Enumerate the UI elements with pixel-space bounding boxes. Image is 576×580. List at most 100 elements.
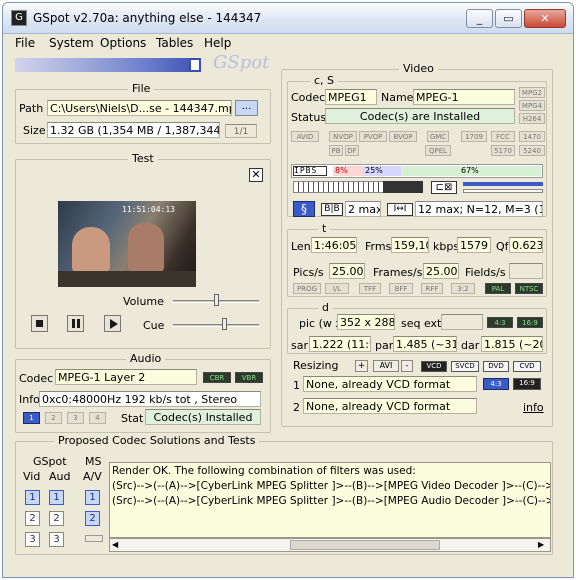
- resize-avi-button[interactable]: AVI: [373, 360, 399, 372]
- gop-settings-icon[interactable]: §: [293, 201, 315, 217]
- scroll-right-icon[interactable]: ▶: [538, 540, 548, 550]
- path-field[interactable]: C:\Users\Niels\D...se - 144347.mpg: [47, 100, 232, 116]
- aud-solution-2[interactable]: 2: [49, 511, 64, 526]
- play-icon: [110, 319, 118, 329]
- par-label: par: [375, 339, 394, 352]
- play-button[interactable]: [104, 315, 121, 332]
- video-status-field: Codec(s) are Installed: [325, 108, 515, 124]
- cue-thumb[interactable]: [222, 318, 227, 330]
- cbr-indicator: CBR: [203, 372, 231, 383]
- aspect-4-3-indicator: 4:3: [487, 317, 513, 328]
- audio-stream-1[interactable]: 1: [23, 412, 40, 424]
- stop-button[interactable]: [31, 315, 48, 332]
- resize-vcd-button[interactable]: VCD: [421, 361, 447, 372]
- qpel-tag: QPEL: [425, 145, 451, 156]
- par-field: 1.485 (~31:: [393, 336, 457, 352]
- filter-log[interactable]: Render OK. The following combination of …: [109, 462, 551, 538]
- codec-subgroup-title: c, S: [310, 74, 339, 87]
- tff-tag: TFF: [359, 283, 381, 294]
- video-codec-field: MPEG1: [325, 89, 377, 105]
- vid-solution-1[interactable]: 1: [25, 490, 40, 505]
- resize-row2-number: 2: [293, 401, 300, 414]
- sar-label: sar: [291, 339, 308, 352]
- ms-test-1[interactable]: 1: [85, 490, 100, 505]
- video-codec-label: Codec: [291, 91, 326, 104]
- logo-gradient-bar: [15, 58, 201, 72]
- volume-thumb[interactable]: [214, 294, 219, 306]
- ratio-4-3-button[interactable]: 4:3: [483, 378, 509, 390]
- sar-field: 1.222 (11:9): [309, 336, 371, 352]
- pulldown-tag: 3:2: [451, 283, 475, 294]
- log-horizontal-scrollbar[interactable]: ◀ ▶: [109, 538, 551, 552]
- close-icon[interactable]: ✕: [524, 9, 566, 28]
- seqext-label: seq ext: [401, 317, 442, 330]
- menu-help[interactable]: Help: [204, 36, 231, 50]
- video-name-label: Name: [381, 91, 414, 104]
- pb-tag: PB: [329, 145, 343, 156]
- audio-codec-field: MPEG-1 Layer 2: [55, 369, 197, 385]
- fcc-tag: FCC: [491, 131, 515, 142]
- resize-plus-button[interactable]: +: [355, 360, 368, 372]
- frames-label: Frames/s: [373, 266, 423, 279]
- cue-slider[interactable]: [173, 324, 259, 327]
- frms-label: Frms: [365, 240, 392, 253]
- resize-svcd-button[interactable]: SVCD: [451, 361, 479, 372]
- df-tag: DF: [345, 145, 359, 156]
- audio-stream-2[interactable]: 2: [45, 412, 62, 424]
- preview-face-right: [128, 223, 164, 273]
- p-frame-percent: 25%: [363, 166, 401, 176]
- i-frame-percent: 8%: [333, 166, 363, 176]
- menu-tables[interactable]: Tables: [156, 36, 193, 50]
- title-bar[interactable]: G GSpot v2.70a: anything else - 144347 _…: [3, 3, 573, 34]
- aud-solution-1[interactable]: 1: [49, 490, 64, 505]
- bff-tag: BFF: [389, 283, 413, 294]
- gop-arrow-icon: ⊏⊠: [431, 181, 457, 194]
- frms-field: 159,100: [391, 237, 429, 253]
- pause-button[interactable]: [67, 315, 84, 332]
- log-line: (Src)-->(--(A)-->[CyberLink MPEG Splitte…: [112, 480, 550, 492]
- vid-solution-2[interactable]: 2: [25, 511, 40, 526]
- mpg4-tag: MPG4: [519, 100, 545, 111]
- close-preview-icon[interactable]: ✕: [249, 168, 263, 182]
- browse-button[interactable]: ...: [235, 100, 258, 116]
- frame-type-s: S: [311, 166, 318, 175]
- menu-options[interactable]: Options: [100, 36, 146, 50]
- gmc-tag: GMC: [427, 131, 449, 142]
- pvop-tag: PVOP: [359, 131, 387, 142]
- resize-row2-field: None, already VCD format: [303, 398, 477, 414]
- audio-stat-field: Codec(s) Installed: [145, 409, 261, 425]
- resize-avi-minus-button[interactable]: -: [401, 360, 413, 372]
- menu-file[interactable]: File: [15, 36, 35, 50]
- preview-face-left: [72, 227, 110, 273]
- audio-codec-label: Codec: [19, 372, 54, 385]
- ms-test-2[interactable]: 2: [85, 511, 100, 526]
- vbr-indicator: VBR: [235, 372, 263, 383]
- dimensions-subgroup-title: d: [318, 301, 333, 314]
- scroll-left-icon[interactable]: ◀: [112, 540, 122, 550]
- ratio-16-9-button[interactable]: 16:9: [513, 378, 541, 390]
- menu-system[interactable]: System: [49, 36, 94, 50]
- maximize-icon[interactable]: ▭: [495, 9, 522, 28]
- info-link[interactable]: info: [523, 401, 544, 414]
- gspot-app-icon[interactable]: G: [11, 10, 27, 26]
- aud-solution-3[interactable]: 3: [49, 532, 64, 547]
- ms-test-3[interactable]: [85, 535, 103, 542]
- test-group-title: Test: [128, 152, 158, 165]
- scroll-thumb[interactable]: [290, 540, 440, 550]
- resize-dvd-button[interactable]: DVD: [483, 361, 509, 372]
- gspot-window: G GSpot v2.70a: anything else - 144347 _…: [2, 2, 574, 578]
- log-line: (Src)-->(--(A)-->[CyberLink MPEG Splitte…: [112, 495, 551, 507]
- vid-solution-3[interactable]: 3: [25, 532, 40, 547]
- minimize-icon[interactable]: _: [466, 9, 493, 28]
- preview-bottom: [58, 271, 196, 287]
- vid-label: Vid: [23, 470, 41, 483]
- gspot-logo: GSpot: [213, 52, 270, 73]
- window-title: GSpot v2.70a: anything else - 144347: [33, 11, 262, 25]
- kbps-label: kbps: [433, 240, 460, 253]
- audio-stream-3[interactable]: 3: [67, 412, 84, 424]
- audio-stream-4[interactable]: 4: [89, 412, 106, 424]
- aud-label: Aud: [49, 470, 71, 483]
- path-label: Path: [19, 102, 44, 115]
- gop-bar-b: [463, 189, 543, 193]
- resize-cvd-button[interactable]: CVD: [513, 361, 541, 372]
